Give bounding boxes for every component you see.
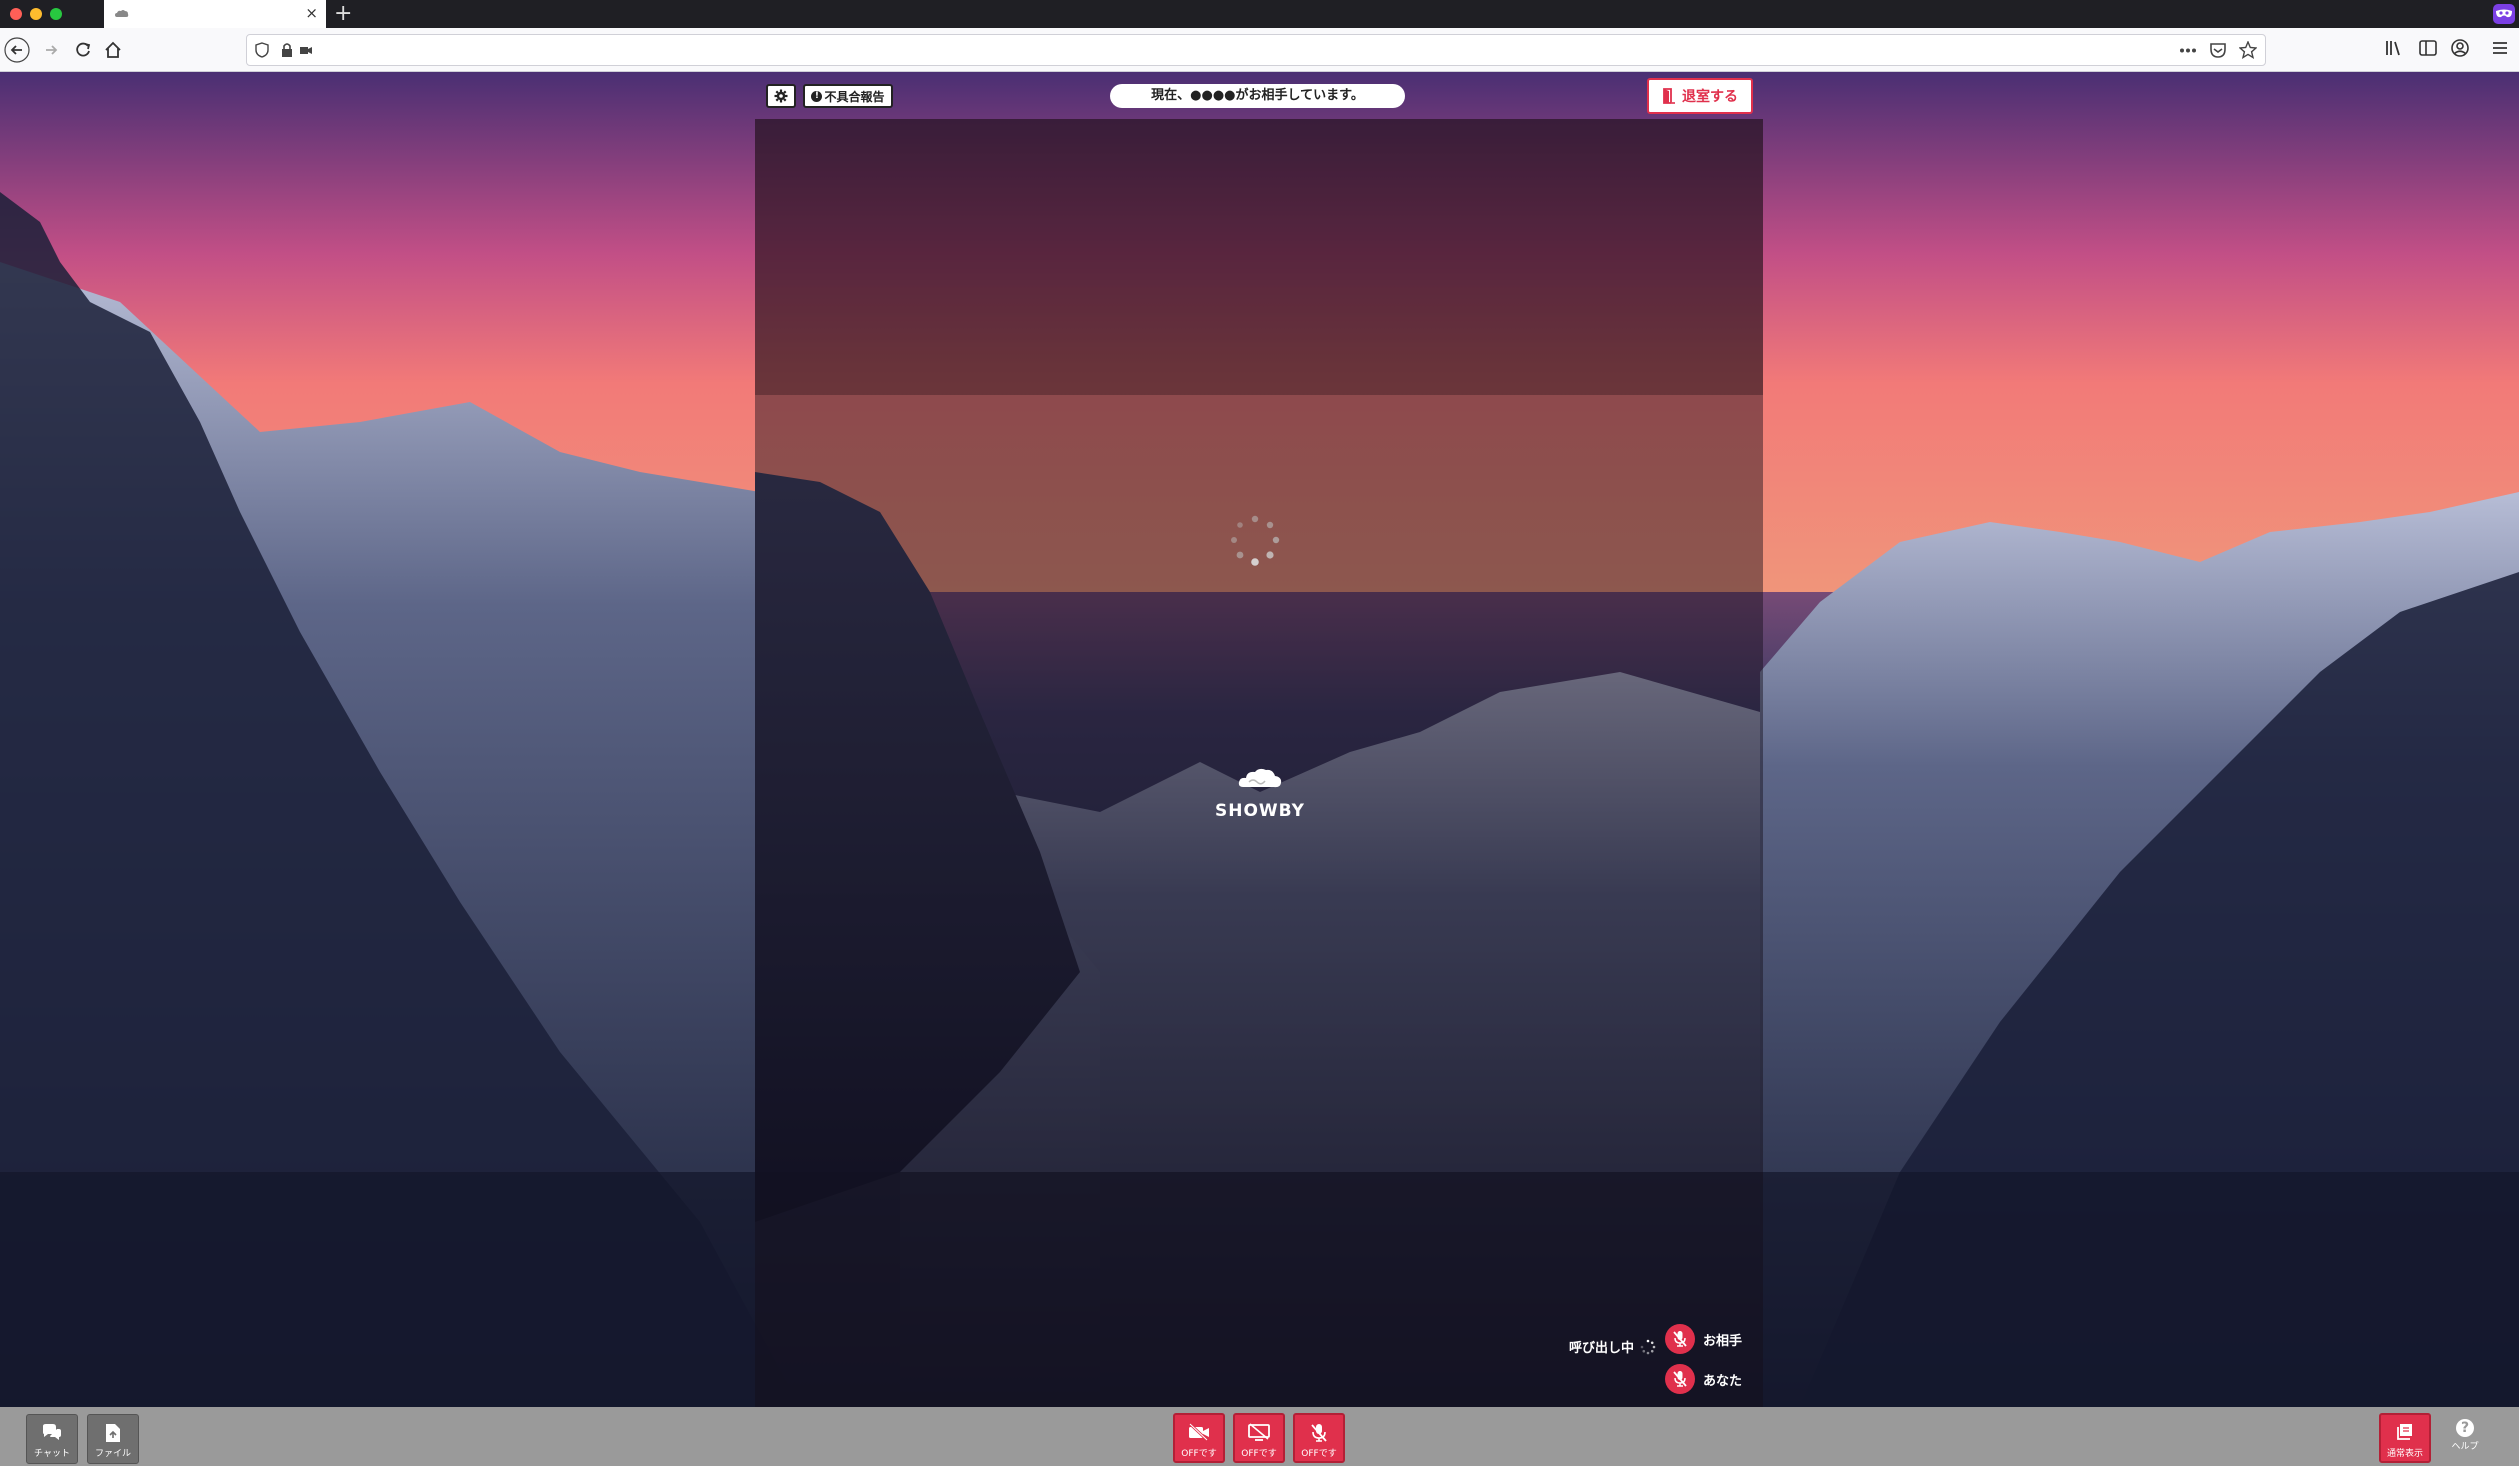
chat-bubbles-icon <box>43 1424 61 1440</box>
bug-report-button[interactable]: ! 不具合報告 <box>803 84 893 108</box>
browser-tab[interactable]: × <box>104 0 326 28</box>
video-toggle-button[interactable]: OFFです <box>1173 1413 1225 1463</box>
partner-label: お相手 <box>1703 1333 1743 1349</box>
home-icon[interactable] <box>100 37 126 63</box>
screen-share-off-label: OFFです <box>1241 1449 1277 1459</box>
cloud-favicon-icon <box>115 10 129 17</box>
help-label: ヘルプ <box>2451 1442 2479 1452</box>
cloud-logo-icon <box>1238 768 1282 788</box>
view-mode-label: 通常表示 <box>2386 1449 2423 1459</box>
brand-name: SHOWBY <box>1214 801 1305 821</box>
help-button[interactable]: ? ヘルプ <box>2440 1419 2490 1452</box>
lock-icon[interactable] <box>281 42 293 58</box>
file-label: ファイル <box>94 1449 131 1459</box>
menu-hamburger-icon[interactable] <box>2490 38 2510 58</box>
file-upload-icon <box>106 1424 120 1442</box>
status-banner: 現在、●●●●がお相手しています。 <box>1110 84 1405 108</box>
zoom-window-button[interactable] <box>50 8 62 20</box>
gear-icon <box>774 89 788 103</box>
bug-report-label: 不具合報告 <box>824 89 885 104</box>
door-exit-icon <box>1663 88 1675 104</box>
call-status-label: 呼び出し中 <box>1569 1341 1635 1356</box>
calling-spinner-icon <box>1640 1339 1656 1354</box>
reload-icon[interactable] <box>70 37 96 63</box>
back-button[interactable] <box>4 37 30 63</box>
self-label: あなた <box>1703 1373 1743 1389</box>
call-status: 呼び出し中 <box>1569 1337 1656 1356</box>
library-icon[interactable] <box>2384 38 2404 58</box>
pocket-icon[interactable] <box>2209 41 2227 59</box>
partner-mic-status: お相手 <box>1665 1324 1742 1354</box>
bookmark-star-icon[interactable] <box>2239 41 2257 59</box>
settings-button[interactable] <box>766 84 796 108</box>
minimize-window-button[interactable] <box>30 8 42 20</box>
exclamation-icon: ! <box>811 90 823 102</box>
url-bar[interactable] <box>246 34 2266 66</box>
screen-share-toggle-button[interactable]: OFFです <box>1233 1413 1285 1463</box>
sidebar-icon[interactable] <box>2418 38 2438 58</box>
partner-mic-off-icon <box>1665 1324 1695 1354</box>
video-off-label: OFFです <box>1181 1449 1217 1459</box>
layout-view-icon <box>2397 1424 2412 1440</box>
brand-logo: SHOWBY <box>1185 765 1335 821</box>
file-button[interactable]: ファイル <box>87 1414 139 1464</box>
new-tab-button[interactable]: + <box>334 2 352 26</box>
forward-button[interactable] <box>38 37 64 63</box>
camera-permission-icon[interactable] <box>299 42 313 58</box>
private-browsing-mask-icon <box>2493 4 2515 24</box>
account-icon[interactable] <box>2450 38 2470 58</box>
bottom-toolbar: チャット ファイル OFFです OFFです OFFです 通常表示 ? ヘルプ <box>0 1407 2519 1466</box>
loading-spinner-icon <box>1231 515 1280 566</box>
mic-toggle-button[interactable]: OFFです <box>1293 1413 1345 1463</box>
video-panel: SHOWBY 呼び出し中 お相手 あなた <box>755 119 1763 1407</box>
leave-room-label: 退室する <box>1682 89 1738 105</box>
chat-label: チャット <box>34 1449 70 1459</box>
chat-button[interactable]: チャット <box>26 1414 78 1464</box>
video-call-page: ! 不具合報告 現在、●●●●がお相手しています。 退室する SHOWBY 呼び… <box>0 72 2519 1407</box>
view-mode-button[interactable]: 通常表示 <box>2379 1413 2431 1463</box>
mic-off-icon <box>1311 1424 1327 1442</box>
close-window-button[interactable] <box>10 8 22 20</box>
screen-share-off-icon <box>1248 1423 1270 1441</box>
question-icon: ? <box>2456 1419 2474 1437</box>
self-mic-status: あなた <box>1665 1364 1742 1394</box>
video-off-icon <box>1189 1423 1209 1441</box>
tab-close-button[interactable]: × <box>305 4 318 22</box>
video-panel-top-shade <box>755 119 1763 395</box>
shield-icon[interactable] <box>255 42 269 58</box>
more-actions-icon[interactable] <box>2179 48 2197 53</box>
mic-off-label: OFFです <box>1301 1449 1337 1459</box>
browser-nav-bar <box>0 28 2519 72</box>
self-mic-off-icon <box>1665 1364 1695 1394</box>
browser-tab-bar: × + <box>0 0 2519 28</box>
leave-room-button[interactable]: 退室する <box>1647 78 1753 114</box>
